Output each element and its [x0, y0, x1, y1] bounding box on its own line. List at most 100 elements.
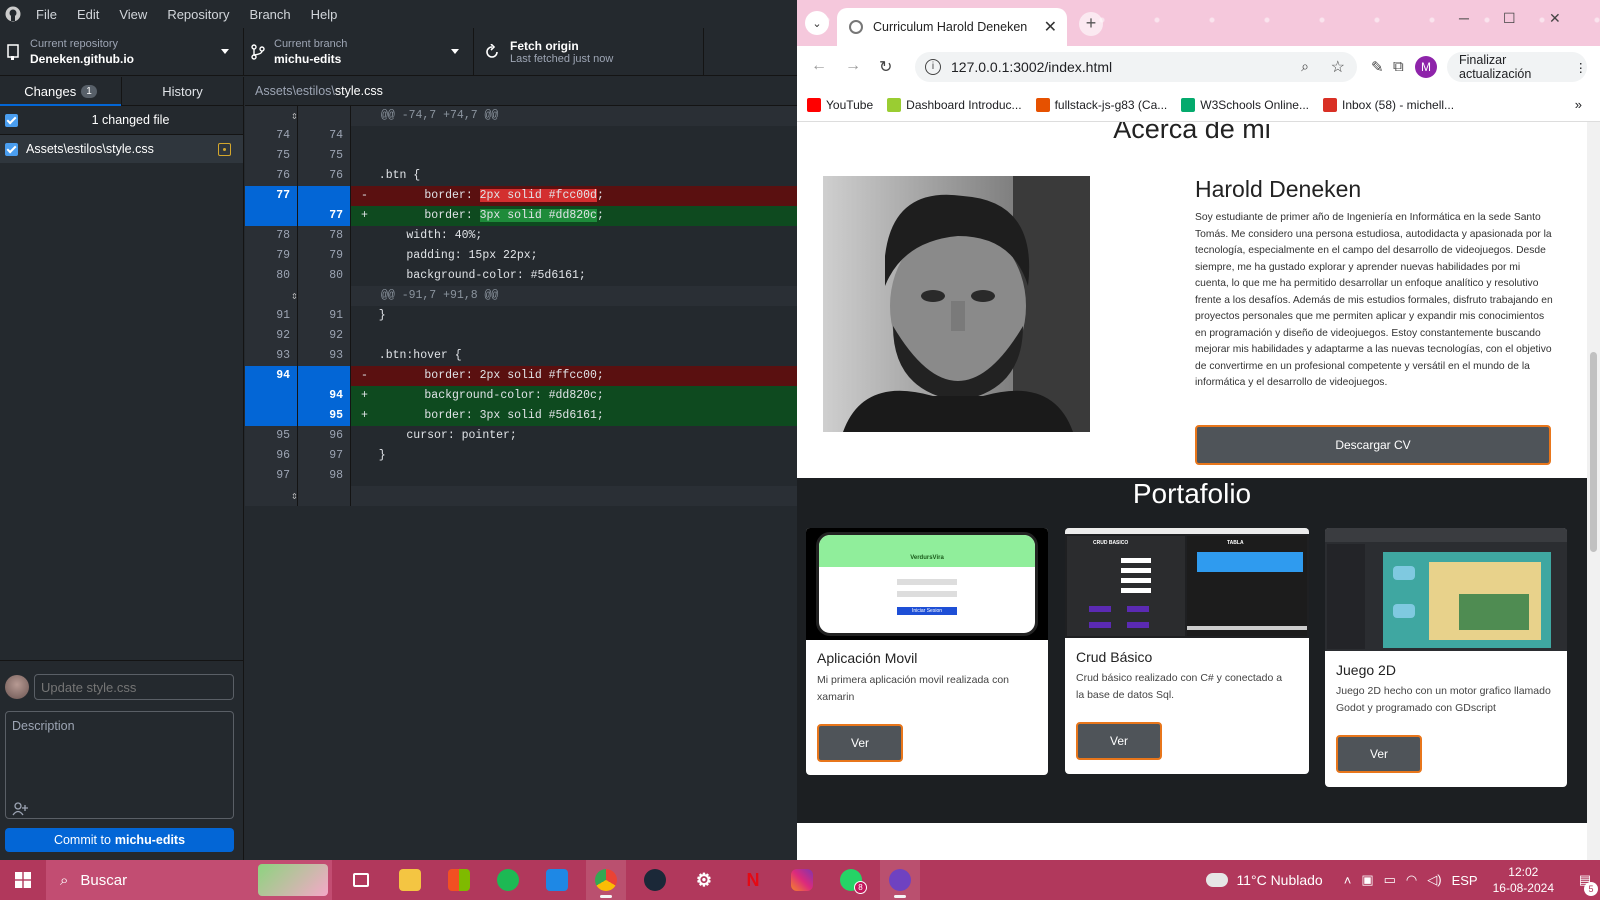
taskbar-steam[interactable]	[635, 860, 675, 900]
window-close-icon[interactable]: ✕	[1549, 10, 1561, 27]
close-icon[interactable]: ✕	[1044, 17, 1057, 37]
taskbar-netflix[interactable]: N	[733, 860, 773, 900]
bookmark-label: Inbox (58) - michell...	[1341, 97, 1455, 112]
new-line-number[interactable]	[298, 186, 351, 206]
bookmark-item[interactable]: YouTube	[807, 97, 873, 112]
diff-hunk-header[interactable]: ⇕	[245, 486, 797, 506]
edit-icon[interactable]: ✎	[1371, 58, 1384, 76]
task-view-button[interactable]	[341, 860, 381, 900]
whatsapp-badge: 8	[854, 881, 867, 894]
reload-icon[interactable]: ↻	[879, 57, 892, 77]
bookmark-item[interactable]: fullstack-js-g83 (Ca...	[1035, 97, 1167, 112]
old-line-number[interactable]: 77	[245, 186, 298, 206]
profile-avatar[interactable]: M	[1415, 56, 1437, 78]
wifi-icon[interactable]: ◠	[1406, 872, 1417, 888]
old-line-number[interactable]: 94	[245, 366, 298, 386]
taskbar-instagram[interactable]	[782, 860, 822, 900]
last-fetched-text: Last fetched just now	[510, 53, 614, 65]
removed-line: - border: 2px solid #fcc00d;	[351, 186, 797, 206]
browser-tab[interactable]: Curriculum Harold Deneken ✕	[837, 8, 1067, 46]
volume-icon[interactable]: ◁)	[1427, 872, 1441, 888]
taskbar-github-desktop[interactable]	[880, 860, 920, 900]
minimize-icon[interactable]: ─	[1459, 10, 1469, 26]
page-scrollbar[interactable]	[1587, 122, 1600, 860]
weather-widget[interactable]: 11°C Nublado	[1206, 872, 1323, 888]
update-button[interactable]: Finalizar actualización ⋮	[1447, 52, 1587, 82]
old-line-number: 93	[245, 346, 298, 366]
diff-hunk-header[interactable]: @@ -91,7 +91,8 @@ ⇕	[245, 286, 797, 306]
new-line-number[interactable]: 94	[298, 386, 351, 406]
forward-icon[interactable]: →	[845, 57, 861, 75]
fetch-origin-button[interactable]: Fetch origin Last fetched just now	[474, 28, 704, 76]
changed-file-row[interactable]: Assets\estilos\style.css	[0, 135, 243, 163]
bookmark-item[interactable]: Dashboard Introduc...	[887, 97, 1022, 112]
menu-file[interactable]: File	[26, 7, 67, 22]
add-coauthor-icon[interactable]	[12, 802, 28, 816]
menu-view[interactable]: View	[109, 7, 157, 22]
diff-hunk-header[interactable]: @@ -74,7 +74,7 @@ ⇕	[245, 106, 797, 126]
commit-button[interactable]: Commit to michu-edits	[5, 828, 234, 852]
select-all-checkbox[interactable]	[5, 113, 18, 127]
current-branch-selector[interactable]: Current branch michu-edits	[244, 28, 474, 76]
taskbar-whatsapp[interactable]: 8	[831, 860, 871, 900]
zoom-icon[interactable]: ⌕	[1301, 58, 1309, 75]
more-bookmarks-icon[interactable]: »	[1575, 97, 1582, 112]
clock[interactable]: 12:02 16-08-2024	[1493, 864, 1554, 896]
menu-repository[interactable]: Repository	[157, 7, 239, 22]
extensions-icon[interactable]: ⧉	[1393, 58, 1404, 75]
menu-help[interactable]: Help	[301, 7, 348, 22]
file-checkbox[interactable]	[5, 142, 18, 156]
camera-icon[interactable]: ▣	[1361, 872, 1373, 888]
old-line-number[interactable]	[245, 406, 298, 426]
more-vert-icon[interactable]: ⋮	[1575, 60, 1588, 75]
expand-icon[interactable]: ⇕	[291, 489, 298, 503]
battery-icon[interactable]: ▭	[1384, 872, 1396, 888]
address-bar[interactable]: i 127.0.0.1:3002/index.html ⌕ ☆	[915, 52, 1357, 82]
bookmark-item[interactable]: W3Schools Online...	[1181, 97, 1309, 112]
search-icon: ⌕	[60, 871, 69, 889]
new-line-number[interactable]: 95	[298, 406, 351, 426]
commit-summary-input[interactable]	[34, 674, 234, 700]
diff-lines: @@ -74,7 +74,7 @@ ⇕ 74 74 75 75 76 76 .btn {77-…	[245, 106, 797, 506]
bookmark-item[interactable]: Inbox (58) - michell...	[1322, 97, 1455, 112]
code-text: background-color: #dd820c;	[383, 389, 604, 402]
back-icon[interactable]: ←	[811, 57, 827, 75]
taskbar-search-box[interactable]: ⌕ Buscar	[46, 860, 332, 900]
view-project-button[interactable]: Ver	[1076, 722, 1162, 760]
taskbar-store[interactable]	[439, 860, 479, 900]
commit-description-field[interactable]: Description	[5, 711, 234, 819]
maximize-icon[interactable]: ☐	[1503, 10, 1516, 27]
current-branch-name: michu-edits	[274, 52, 342, 66]
old-line-number[interactable]	[245, 386, 298, 406]
tab-history[interactable]: History	[121, 77, 243, 105]
input-language[interactable]: ESP	[1452, 873, 1478, 888]
current-repository-selector[interactable]: Current repository Deneken.github.io	[0, 28, 244, 76]
folder-icon	[399, 869, 421, 891]
menu-edit[interactable]: Edit	[67, 7, 109, 22]
site-info-icon[interactable]: i	[925, 59, 941, 75]
chevron-up-icon[interactable]: ˄	[1344, 873, 1352, 888]
windows-start-button[interactable]	[0, 860, 46, 900]
view-project-button[interactable]: Ver	[817, 724, 903, 762]
download-cv-button[interactable]: Descargar CV	[1195, 425, 1551, 465]
view-project-button[interactable]: Ver	[1336, 735, 1422, 773]
new-line-number[interactable]: 77	[298, 206, 351, 226]
bookmark-star-icon[interactable]: ☆	[1331, 57, 1345, 77]
taskbar-vscode[interactable]	[537, 860, 577, 900]
tab-changes[interactable]: Changes 1	[0, 77, 121, 106]
code-text: border:	[383, 209, 480, 222]
new-tab-button[interactable]: +	[1079, 12, 1103, 36]
taskbar-file-explorer[interactable]	[390, 860, 430, 900]
expand-icon[interactable]: ⇕	[291, 109, 298, 123]
menu-branch[interactable]: Branch	[239, 7, 300, 22]
taskbar-settings[interactable]: ⚙	[684, 860, 724, 900]
diff-line: 77 + border: 3px solid #dd820c;	[245, 206, 797, 226]
taskbar-chrome[interactable]	[586, 860, 626, 900]
notification-center-button[interactable]: ▤ 5	[1570, 872, 1600, 896]
new-line-number[interactable]	[298, 366, 351, 386]
old-line-number[interactable]	[245, 206, 298, 226]
scrollbar-thumb[interactable]	[1590, 352, 1597, 552]
expand-icon[interactable]: ⇕	[291, 289, 298, 303]
taskbar-spotify[interactable]	[488, 860, 528, 900]
tab-search-button[interactable]: ⌄	[805, 11, 829, 35]
